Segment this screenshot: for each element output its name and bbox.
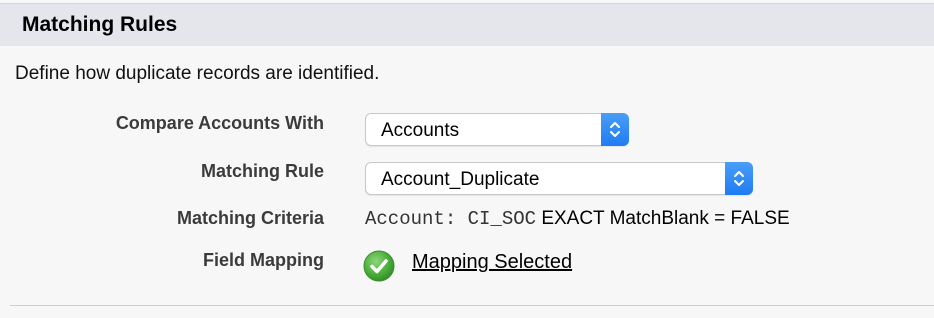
matching-rule-select[interactable]: Account_Duplicate xyxy=(365,162,753,195)
compare-with-select[interactable]: Accounts xyxy=(365,113,629,146)
matching-criteria-label: Matching Criteria xyxy=(176,208,324,228)
criteria-operator: EXACT xyxy=(541,208,605,229)
field-mapping-label: Field Mapping xyxy=(203,250,324,270)
chevron-up-down-icon xyxy=(725,162,753,195)
section-description: Define how duplicate records are identif… xyxy=(15,63,380,84)
section-header: Matching Rules xyxy=(0,3,934,46)
criteria-match-blank: MatchBlank = FALSE xyxy=(609,208,790,229)
compare-with-value: Accounts xyxy=(381,120,460,141)
mapping-selected-link[interactable]: Mapping Selected xyxy=(412,251,572,274)
section-divider xyxy=(10,305,934,306)
matching-criteria-value: Account: CI_SOC EXACT MatchBlank = FALSE xyxy=(365,208,790,230)
matching-rule-label: Matching Rule xyxy=(200,161,324,181)
section-title: Matching Rules xyxy=(22,13,178,36)
check-circle-icon xyxy=(363,250,395,282)
matching-rule-value: Account_Duplicate xyxy=(381,169,540,190)
chevron-up-down-icon xyxy=(601,113,629,146)
criteria-field: Account: CI_SOC xyxy=(365,208,537,230)
compare-with-label: Compare Accounts With xyxy=(115,113,324,133)
